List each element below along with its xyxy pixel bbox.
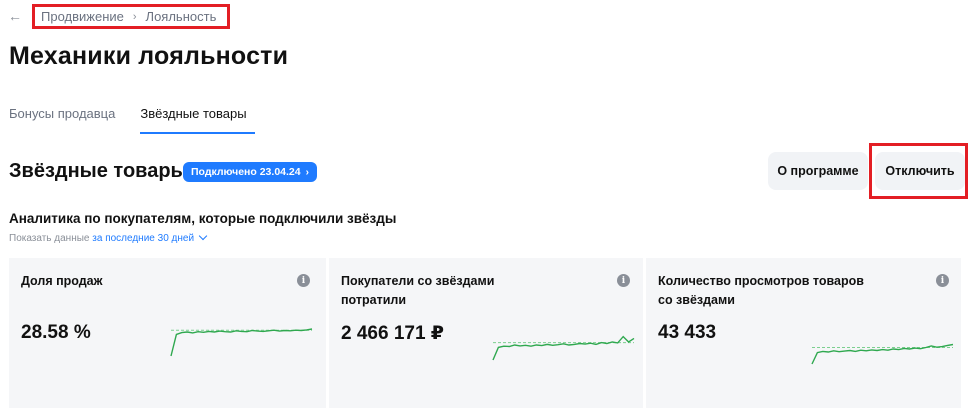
period-dropdown[interactable]: за последние 30 дней <box>92 231 208 244</box>
disable-button[interactable]: Отключить <box>875 152 965 190</box>
sparkline-series <box>492 335 635 361</box>
sparkline-chart <box>811 343 954 365</box>
tab-star-products[interactable]: Звёздные товары <box>140 106 255 134</box>
section-title: Звёздные товары <box>9 160 188 182</box>
card-label: Покупатели со звёздами потратили <box>341 274 495 307</box>
status-badge-label: Подключено 23.04.24 <box>191 166 301 178</box>
card-label: Количество просмотров товаров со звёздам… <box>658 274 864 307</box>
card-label: Доля продаж <box>21 274 103 288</box>
card-value: 43 433 <box>658 322 717 343</box>
back-arrow-icon[interactable]: ← <box>8 8 24 24</box>
period-row: Показать данные за последние 30 дней <box>9 231 208 244</box>
analytics-cards: Доля продаж i 28.58 % Покупатели со звёз… <box>9 258 961 408</box>
breadcrumb-item-promotion[interactable]: Продвижение <box>41 9 124 24</box>
info-icon[interactable]: i <box>936 274 949 287</box>
tab-seller-bonuses[interactable]: Бонусы продавца <box>9 106 115 134</box>
chevron-down-icon <box>198 231 208 241</box>
analytics-title: Аналитика по покупателям, которые подклю… <box>9 211 397 226</box>
sparkline-series <box>170 328 313 357</box>
card-star-views: Количество просмотров товаров со звёздам… <box>643 258 961 408</box>
card-star-buyers-spent: Покупатели со звёздами потратили i 2 466… <box>326 258 640 408</box>
card-value: 28.58 % <box>21 322 91 343</box>
period-value: за последние 30 дней <box>92 233 195 244</box>
sparkline-chart <box>170 328 313 357</box>
page-title: Механики лояльности <box>9 42 289 70</box>
info-icon[interactable]: i <box>297 274 310 287</box>
sparkline-chart <box>492 335 635 361</box>
about-program-button[interactable]: О программе <box>768 152 868 190</box>
status-badge[interactable]: Подключено 23.04.24 › <box>183 162 317 182</box>
tab-bar: Бонусы продавца Звёздные товары <box>9 106 280 134</box>
info-icon[interactable]: i <box>617 274 630 287</box>
breadcrumb-item-loyalty[interactable]: Лояльность <box>146 9 217 24</box>
period-prefix: Показать данные <box>9 233 90 244</box>
breadcrumb: Продвижение › Лояльность <box>32 4 230 29</box>
card-sales-share: Доля продаж i 28.58 % <box>9 258 323 408</box>
chevron-right-icon: › <box>305 166 309 178</box>
card-value: 2 466 171 ₽ <box>341 323 445 344</box>
chevron-right-icon: › <box>132 10 137 23</box>
